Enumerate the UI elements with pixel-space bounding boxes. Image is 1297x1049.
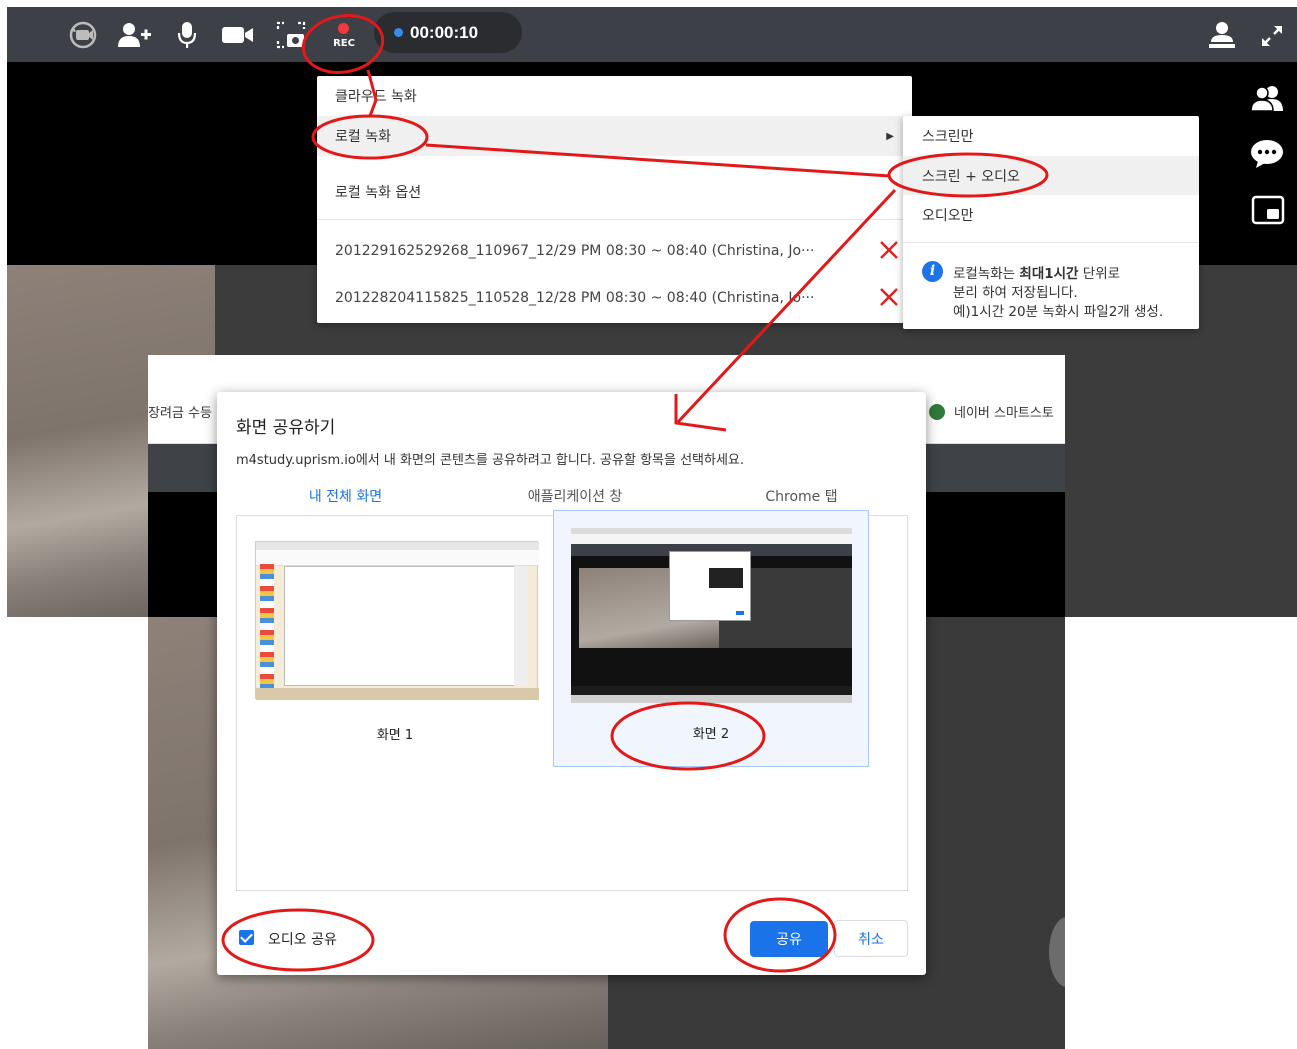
screen-option-2[interactable]: 화면 2	[553, 510, 869, 767]
record-indicator-icon	[338, 23, 349, 34]
menu-item-local-recording-label: 로컬 녹화	[335, 129, 391, 145]
share-button[interactable]: 공유	[750, 921, 828, 957]
dialog-title: 화면 공유하기	[236, 418, 336, 438]
screenshot-icon[interactable]	[275, 21, 307, 49]
screen-list-panel: 화면 1 화면 2	[236, 510, 908, 891]
submenu-arrow-icon: ▶	[886, 130, 894, 142]
recording-file-1[interactable]: 201229162529268_110967_12/29 PM 08:30 ~ …	[335, 243, 814, 259]
naver-store-icon	[929, 403, 945, 420]
conference-toolbar: REC 00:00:10	[7, 7, 1297, 62]
menu-item-local-recording-options[interactable]: 로컬 녹화 옵션	[317, 172, 912, 212]
microphone-icon[interactable]	[175, 21, 199, 49]
audio-share-checkbox[interactable]	[239, 930, 254, 945]
cancel-button[interactable]: 취소	[834, 920, 908, 957]
screen-2-label: 화면 2	[692, 727, 730, 742]
timer-status-dot	[394, 28, 403, 37]
record-button[interactable]: REC	[323, 19, 363, 55]
delete-file-2-icon[interactable]	[878, 286, 900, 308]
record-label: REC	[333, 38, 355, 49]
screen-1-label: 화면 1	[376, 728, 414, 743]
menu-item-local-recording[interactable]: 로컬 녹화 ▶	[317, 116, 912, 156]
participant-silhouette-icon	[1049, 917, 1065, 987]
participant-view-icon[interactable]	[1206, 19, 1238, 51]
recording-file-2[interactable]: 201228204115825_110528_12/28 PM 08:30 ~ …	[335, 290, 814, 306]
submenu-item-screen-only[interactable]: 스크린만	[903, 116, 1199, 156]
dialog-description: m4study.uprism.io에서 내 화면의 콘텐츠를 공유하려고 합니다…	[236, 453, 745, 468]
add-user-icon[interactable]	[117, 21, 153, 49]
tab-entire-screen[interactable]: 내 전체 화면	[236, 486, 455, 514]
bookmark-naver[interactable]: 네이버 스마트스토	[929, 402, 1054, 421]
screen-option-1[interactable]: 화면 1	[239, 518, 551, 772]
submenu-item-screen-audio[interactable]: 스크린 + 오디오	[903, 156, 1199, 195]
screen-1-thumbnail	[255, 541, 539, 700]
timer-text: 00:00:10	[410, 22, 479, 42]
info-line-3: 예)1시간 20분 녹화시 파일2개 생성.	[953, 304, 1164, 320]
app-window: REC 00:00:10 장려금 수등 네이버 스마트스토 화면 공유하기 m4…	[0, 0, 1297, 1049]
info-line-1-pre: 로컬녹화는	[953, 266, 1020, 282]
audio-share-label: 오디오 공유	[268, 932, 337, 948]
info-icon: i	[922, 261, 943, 282]
bookmark-left[interactable]: 장려금 수등	[148, 402, 212, 421]
info-line-2: 분리 하여 저장됩니다.	[953, 285, 1078, 301]
recording-timer: 00:00:10	[374, 12, 522, 53]
delete-file-1-icon[interactable]	[878, 239, 900, 261]
submenu-item-audio-only[interactable]: 오디오만	[903, 195, 1199, 235]
chat-icon[interactable]	[1249, 138, 1285, 170]
info-line-1-bold: 최대1시간	[1019, 266, 1079, 282]
local-recording-submenu: 스크린만 스크린 + 오디오 오디오만 i 로컬녹화는 최대1시간 단위로 분리…	[903, 116, 1199, 329]
info-line-1: 로컬녹화는 최대1시간 단위로	[953, 262, 1120, 282]
screen-share-dialog: 화면 공유하기 m4study.uprism.io에서 내 화면의 콘텐츠를 공…	[217, 392, 926, 975]
screen-2-thumbnail	[571, 528, 852, 703]
switch-camera-icon[interactable]	[65, 21, 101, 49]
bookmark-naver-label: 네이버 스마트스토	[954, 406, 1054, 421]
menu-item-cloud-recording[interactable]: 클라우드 녹화	[317, 76, 912, 116]
picture-in-picture-icon[interactable]	[1250, 194, 1286, 226]
expand-icon[interactable]	[1257, 21, 1287, 51]
menu-divider	[317, 219, 912, 220]
record-menu: 클라우드 녹화 로컬 녹화 ▶ 로컬 녹화 옵션 201229162529268…	[317, 76, 912, 323]
recording-info: i 로컬녹화는 최대1시간 단위로 분리 하여 저장됩니다. 예)1시간 20분…	[903, 242, 1199, 329]
participants-icon[interactable]	[1249, 82, 1285, 114]
info-line-1-post: 단위로	[1078, 266, 1121, 282]
video-camera-icon[interactable]	[221, 21, 255, 49]
